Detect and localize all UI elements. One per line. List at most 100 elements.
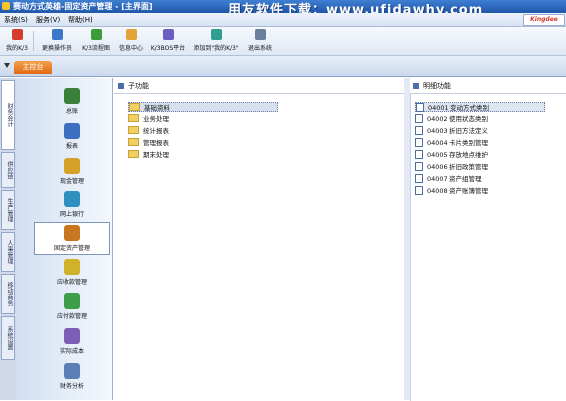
function-code: 04008 (427, 187, 448, 195)
detail-function-item[interactable]: 04005存放地点维护 (415, 149, 488, 160)
analysis-icon (64, 363, 80, 379)
detail-functions-title: 明细功能 (423, 82, 451, 90)
add-to-my-k3-label: 添加到"我的K/3" (193, 45, 239, 52)
module-fixed-assets[interactable]: 固定资产管理 (34, 222, 110, 255)
module-payables[interactable]: 应付款管理 (34, 291, 110, 324)
module-label: 现金管理 (59, 178, 84, 185)
info-center-button[interactable]: 信息中心 (116, 29, 146, 52)
module-label: 总账 (65, 108, 78, 115)
info-center-label: 信息中心 (118, 45, 143, 52)
sub-function-basic-data[interactable]: 基础资料 (128, 102, 278, 112)
folder-icon (128, 138, 139, 146)
document-icon (416, 102, 424, 112)
folder-icon (129, 103, 140, 111)
detail-function-item[interactable]: 04007资产组管理 (415, 173, 482, 184)
tab-main-console[interactable]: 主控台 (14, 61, 52, 74)
switch-operator-button[interactable]: 更换操作员 (38, 29, 76, 52)
module-label: 报表 (65, 143, 78, 150)
module-actual-cost[interactable]: 实际成本 (34, 326, 110, 359)
sub-function-label: 管理报表 (143, 139, 169, 147)
detail-function-item[interactable]: 04001变动方式类别 (415, 102, 545, 112)
report-icon (64, 123, 80, 139)
function-code: 04003 (427, 127, 448, 135)
module-financial-analysis[interactable]: 财务分析 (34, 361, 110, 394)
app-icon (2, 2, 10, 10)
sub-function-business[interactable]: 业务处理 (128, 114, 169, 124)
my-k3-button[interactable]: 我的K/3 (3, 29, 31, 52)
fixed-asset-icon (64, 225, 80, 241)
menu-bar: 系统(S) 服务(V) 帮助(H) Kingdee (0, 13, 566, 27)
add-to-my-k3-button[interactable]: 添加到"我的K/3" (190, 29, 242, 52)
flowchart-icon (90, 29, 102, 40)
function-name: 资产组管理 (449, 175, 482, 183)
side-tab-mobile[interactable]: 移动商务 (1, 274, 15, 314)
detail-function-item[interactable]: 04006折旧政策管理 (415, 161, 488, 172)
my-k3-label: 我的K/3 (6, 45, 28, 52)
panel-marker-icon (118, 83, 124, 89)
side-tab-finance[interactable]: 财务会计 (1, 80, 15, 150)
info-center-icon (125, 29, 137, 40)
module-label: 网上银行 (59, 211, 84, 218)
document-icon (415, 149, 423, 159)
function-name: 使用状态类别 (449, 115, 488, 123)
bank-icon (64, 191, 80, 207)
payable-icon (64, 293, 80, 309)
sub-function-statistics[interactable]: 统计报表 (128, 126, 169, 136)
function-code: 04002 (427, 115, 448, 123)
side-tab-settings[interactable]: 系统设置 (1, 316, 15, 360)
sub-function-label: 业务处理 (143, 115, 169, 123)
module-label: 固定资产管理 (53, 245, 90, 252)
side-tab-production[interactable]: 生产管理 (1, 190, 15, 230)
ledger-icon (64, 88, 80, 104)
detail-function-item[interactable]: 04004卡片类别管理 (415, 137, 488, 148)
flowchart-label: K/3流程图 (82, 45, 110, 52)
brand-logo: Kingdee (523, 14, 565, 26)
module-label: 应收款管理 (56, 279, 87, 286)
menu-service[interactable]: 服务(V) (36, 15, 60, 25)
bos-platform-button[interactable]: K/3BOS平台 (150, 29, 186, 52)
sub-function-label: 期末处理 (143, 151, 169, 159)
home-icon (11, 29, 23, 40)
document-icon (415, 125, 423, 135)
bos-platform-label: K/3BOS平台 (150, 45, 186, 52)
module-reports[interactable]: 报表 (34, 121, 110, 154)
document-icon (415, 173, 423, 183)
detail-function-item[interactable]: 04008资产账簿管理 (415, 185, 488, 196)
side-tab-hr[interactable]: 人事管理 (1, 232, 15, 272)
title-bar: 赛动方式英雄-固定资产管理 - [主界面] 用友软件下载：www.ufidawh… (0, 0, 566, 18)
module-cash-management[interactable]: 现金管理 (34, 156, 110, 189)
window-title: 赛动方式英雄-固定资产管理 - [主界面] (13, 2, 153, 11)
module-label: 应付款管理 (56, 313, 87, 320)
exit-icon (254, 29, 266, 40)
tab-strip: 主控台 (0, 56, 566, 77)
module-receivables[interactable]: 应收款管理 (34, 257, 110, 290)
exit-button[interactable]: 退出系统 (245, 29, 275, 52)
detail-functions-panel: 04001变动方式类别 04002使用状态类别 04003折旧方法定义 0400… (410, 93, 566, 401)
sub-functions-header: 子功能 (118, 80, 149, 92)
flowchart-button[interactable]: K/3流程图 (80, 29, 112, 52)
tab-dropdown-icon[interactable] (4, 63, 10, 68)
side-tab-supply-chain[interactable]: 供应链 (1, 152, 15, 188)
detail-function-item[interactable]: 04003折旧方法定义 (415, 125, 488, 136)
folder-icon (128, 114, 139, 122)
user-switch-icon (51, 29, 63, 40)
sub-functions-panel: 基础资料 业务处理 统计报表 管理报表 期末处理 (114, 93, 404, 401)
sub-functions-title: 子功能 (128, 82, 149, 90)
function-code: 04004 (427, 139, 448, 147)
document-icon (415, 161, 423, 171)
sub-function-period-end[interactable]: 期末处理 (128, 150, 169, 160)
platform-icon (162, 29, 174, 40)
sub-function-label: 基础资料 (144, 104, 170, 112)
switch-operator-label: 更换操作员 (41, 45, 72, 52)
function-name: 存放地点维护 (449, 151, 488, 159)
side-tabs: 财务会计 供应链 生产管理 人事管理 移动商务 系统设置 (0, 78, 16, 400)
module-online-banking[interactable]: 网上银行 (34, 189, 110, 222)
module-label: 实际成本 (59, 348, 84, 355)
detail-function-item[interactable]: 04002使用状态类别 (415, 113, 488, 124)
toolbar: 我的K/3 更换操作员 K/3流程图 信息中心 K/3BOS平台 添加到"我的K… (0, 27, 566, 56)
module-general-ledger[interactable]: 总账 (34, 86, 110, 119)
menu-system[interactable]: 系统(S) (4, 15, 28, 25)
sub-function-management-reports[interactable]: 管理报表 (128, 138, 169, 148)
menu-help[interactable]: 帮助(H) (68, 15, 93, 25)
folder-icon (128, 126, 139, 134)
